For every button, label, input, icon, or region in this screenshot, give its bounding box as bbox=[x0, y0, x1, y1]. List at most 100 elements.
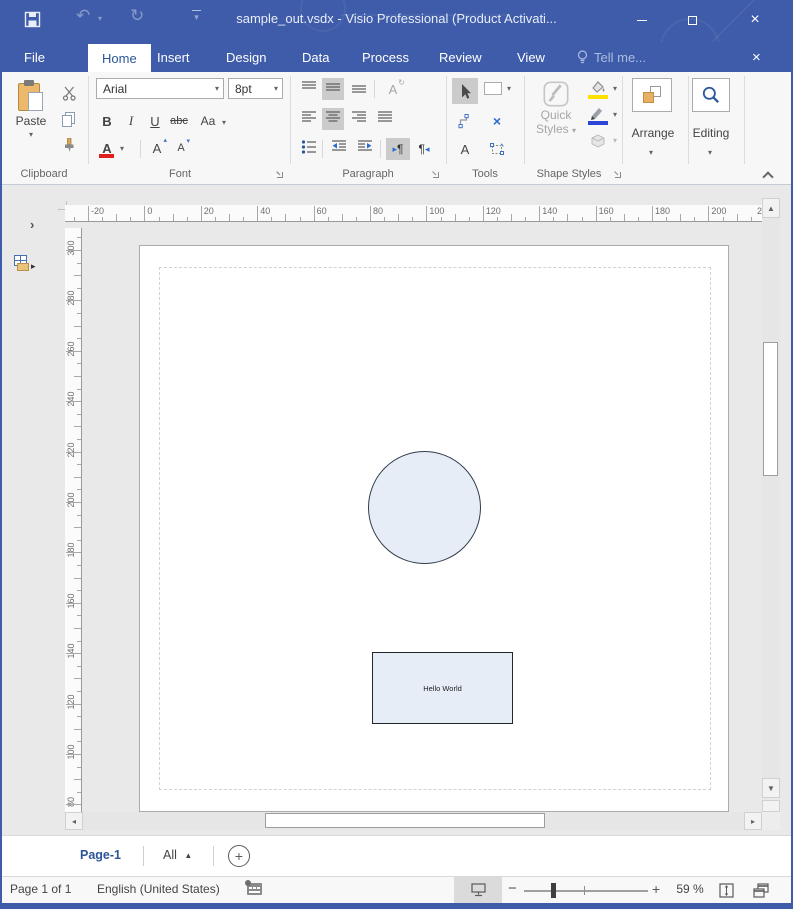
bold-button[interactable]: B bbox=[96, 110, 118, 132]
minimize-button[interactable] bbox=[625, 6, 659, 34]
line-button[interactable] bbox=[586, 104, 610, 126]
redo-button[interactable]: ↻ bbox=[130, 6, 144, 26]
canvas-rectangle[interactable]: Hello World bbox=[372, 652, 513, 724]
ribbon-tab-process[interactable]: Process bbox=[360, 42, 411, 72]
undo-dropdown[interactable]: ▾ bbox=[98, 14, 102, 23]
expand-shapes-panel-button[interactable]: › bbox=[30, 217, 34, 232]
scroll-down-button[interactable]: ▼ bbox=[762, 778, 780, 798]
ribbon-tab-home[interactable]: Home bbox=[88, 44, 151, 72]
editing-button[interactable] bbox=[692, 78, 730, 112]
close-drawing-button[interactable]: × bbox=[750, 42, 763, 72]
close-button[interactable]: × bbox=[738, 6, 772, 34]
fill-dropdown-icon[interactable]: ▾ bbox=[613, 84, 617, 93]
ribbon-tab-data[interactable]: Data bbox=[300, 42, 331, 72]
copy-button[interactable] bbox=[58, 108, 80, 130]
strikethrough-button[interactable]: abc bbox=[166, 110, 192, 132]
horizontal-scrollbar[interactable]: ◂ ▸ bbox=[65, 812, 762, 830]
paragraph-dialog-launcher[interactable] bbox=[430, 166, 442, 178]
horizontal-scroll-thumb[interactable] bbox=[265, 813, 545, 828]
connector-tool-button[interactable] bbox=[454, 110, 476, 132]
shape-styles-dialog-launcher[interactable] bbox=[612, 166, 624, 178]
zoom-out-button[interactable]: − bbox=[508, 880, 517, 897]
line-dropdown-icon[interactable]: ▾ bbox=[613, 110, 617, 119]
ribbon-tab-file[interactable]: File bbox=[22, 42, 47, 72]
bullets-button[interactable] bbox=[298, 138, 320, 160]
fit-page-button[interactable] bbox=[718, 882, 735, 902]
align-left-button[interactable] bbox=[298, 108, 320, 130]
right-to-left-button[interactable]: ¶◂ bbox=[412, 138, 436, 160]
ribbon-tab-insert[interactable]: Insert bbox=[155, 42, 192, 72]
cut-button[interactable] bbox=[58, 82, 80, 104]
align-middle-button[interactable] bbox=[322, 78, 344, 100]
effects-dropdown-icon[interactable]: ▾ bbox=[613, 136, 617, 145]
grow-font-button[interactable]: A ▴ bbox=[146, 136, 168, 160]
tell-me-box[interactable]: Tell me... bbox=[577, 42, 646, 72]
font-color-dropdown-icon[interactable]: ▾ bbox=[120, 144, 124, 153]
align-right-button[interactable] bbox=[348, 108, 370, 130]
zoom-slider-track[interactable] bbox=[524, 890, 648, 892]
fill-button[interactable] bbox=[586, 78, 610, 100]
vertical-scrollbar[interactable]: ▲ ▼ bbox=[762, 198, 780, 798]
shapes-panel-icon[interactable]: ▸ bbox=[14, 255, 40, 273]
font-size-combobox[interactable]: 8pt ▾ bbox=[228, 78, 283, 99]
ruler-tick bbox=[285, 214, 286, 221]
left-to-right-button[interactable]: ▸¶ bbox=[386, 138, 410, 160]
font-dialog-launcher[interactable] bbox=[274, 166, 286, 178]
undo-button[interactable]: ↶ bbox=[76, 6, 90, 26]
vertical-scroll-thumb[interactable] bbox=[763, 342, 778, 476]
rectangle-tool-dropdown-icon[interactable]: ▾ bbox=[507, 84, 511, 93]
effects-button[interactable] bbox=[586, 130, 610, 152]
ribbon-tab-view[interactable]: View bbox=[515, 42, 547, 72]
increase-indent-button[interactable] bbox=[354, 138, 376, 160]
align-center-button[interactable] bbox=[322, 108, 344, 130]
presentation-mode-button[interactable] bbox=[454, 877, 502, 903]
quick-styles-button[interactable]: Quick Styles ▾ bbox=[530, 76, 582, 164]
shrink-font-button[interactable]: A ▾ bbox=[170, 136, 192, 160]
add-page-button[interactable]: + bbox=[228, 845, 250, 867]
arrange-button[interactable] bbox=[632, 78, 672, 112]
macro-record-icon[interactable] bbox=[247, 883, 262, 898]
underline-button[interactable]: U bbox=[144, 110, 166, 132]
align-bottom-button[interactable] bbox=[348, 78, 370, 100]
rotate-text-button[interactable]: A ↻ bbox=[380, 78, 406, 100]
save-button[interactable] bbox=[24, 11, 41, 33]
scroll-up-button[interactable]: ▲ bbox=[762, 198, 780, 218]
ribbon-tab-design[interactable]: Design bbox=[224, 42, 268, 72]
customize-quick-access-toolbar-button[interactable]: ▾ bbox=[192, 10, 201, 22]
maximize-button[interactable] bbox=[675, 6, 709, 34]
page-tab-page1[interactable]: Page-1 bbox=[80, 848, 121, 862]
format-painter-button[interactable] bbox=[58, 134, 80, 156]
ribbon-tab-review[interactable]: Review bbox=[437, 42, 484, 72]
pane-split-button[interactable] bbox=[762, 800, 780, 812]
zoom-slider-thumb[interactable] bbox=[551, 883, 556, 898]
rectangle-tool-button[interactable] bbox=[484, 82, 502, 95]
text-tool-button[interactable]: A bbox=[454, 138, 476, 160]
font-name-dropdown-icon[interactable]: ▾ bbox=[215, 84, 219, 93]
change-case-button[interactable]: Aa bbox=[196, 110, 220, 132]
language-indicator[interactable]: English (United States) bbox=[97, 882, 220, 896]
pointer-tool-button[interactable] bbox=[452, 78, 478, 104]
arrange-dropdown-icon[interactable]: ▾ bbox=[649, 148, 653, 157]
zoom-level[interactable]: 59 % bbox=[668, 882, 712, 896]
switch-windows-button[interactable] bbox=[752, 882, 770, 902]
editing-dropdown-icon[interactable]: ▾ bbox=[708, 148, 712, 157]
italic-button[interactable]: I bbox=[120, 110, 142, 132]
zoom-in-button[interactable]: + bbox=[652, 881, 660, 897]
change-case-dropdown-icon[interactable]: ▾ bbox=[222, 118, 226, 127]
connection-point-tool-button[interactable]: × bbox=[486, 110, 508, 132]
all-pages-button[interactable]: All ▲ bbox=[163, 848, 192, 862]
decrease-indent-button[interactable] bbox=[328, 138, 350, 160]
free-transform-tool-button[interactable] bbox=[486, 138, 508, 160]
font-size-dropdown-icon[interactable]: ▾ bbox=[274, 84, 278, 93]
font-color-button[interactable]: A bbox=[96, 136, 118, 160]
font-name-combobox[interactable]: Arial ▾ bbox=[96, 78, 224, 99]
canvas-ellipse[interactable] bbox=[368, 451, 481, 564]
page-indicator[interactable]: Page 1 of 1 bbox=[10, 882, 71, 896]
tell-me-label: Tell me... bbox=[594, 50, 646, 65]
paste-button[interactable]: Paste ▾ bbox=[8, 78, 54, 164]
collapse-ribbon-button[interactable] bbox=[764, 168, 772, 186]
scroll-left-button[interactable]: ◂ bbox=[65, 812, 83, 830]
align-top-button[interactable] bbox=[298, 78, 320, 100]
justify-button[interactable] bbox=[374, 108, 396, 130]
scroll-right-button[interactable]: ▸ bbox=[744, 812, 762, 830]
